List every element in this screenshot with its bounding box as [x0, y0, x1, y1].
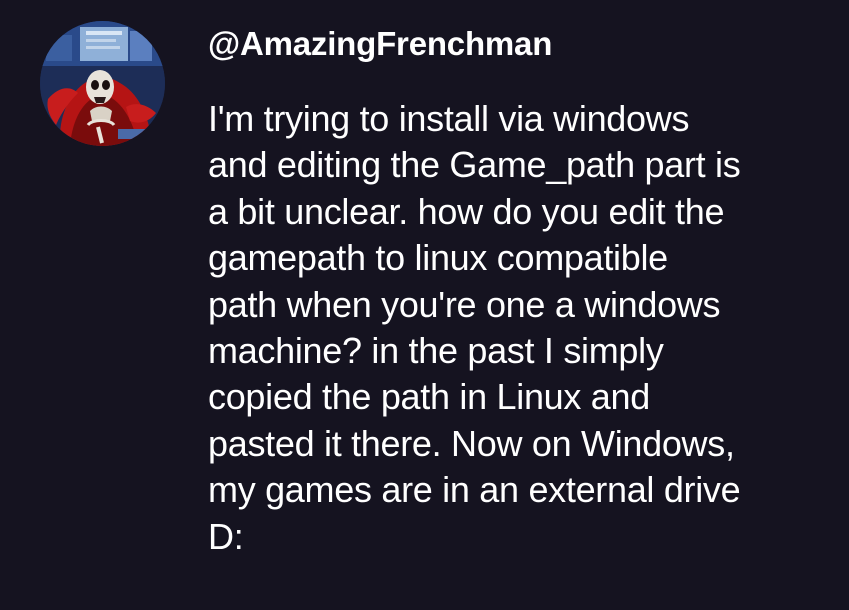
comment-line: my games are in an external drive — [208, 469, 741, 511]
comment: @AmazingFrenchman I'm trying to install … — [0, 0, 849, 610]
comment-line: and editing the Game_path part is — [208, 144, 741, 186]
comment-line: machine? in the past I simply — [208, 330, 664, 372]
comment-line: pasted it there. Now on Windows, — [208, 422, 735, 464]
comment-line: I'm trying to install via windows — [208, 98, 690, 139]
comment-body: I'm trying to install via windows and ed… — [208, 96, 833, 560]
user-avatar-icon — [40, 21, 165, 146]
comment-line: a bit unclear. how do you edit the — [208, 190, 725, 232]
comment-line: copied the path in Linux and — [208, 376, 650, 418]
comment-line: path when you're one a windows — [208, 283, 721, 325]
comment-line: gamepath to linux compatible — [208, 237, 668, 279]
comment-line: D: — [208, 515, 244, 557]
comment-author-username[interactable]: @AmazingFrenchman — [208, 24, 552, 64]
avatar[interactable] — [40, 21, 165, 146]
